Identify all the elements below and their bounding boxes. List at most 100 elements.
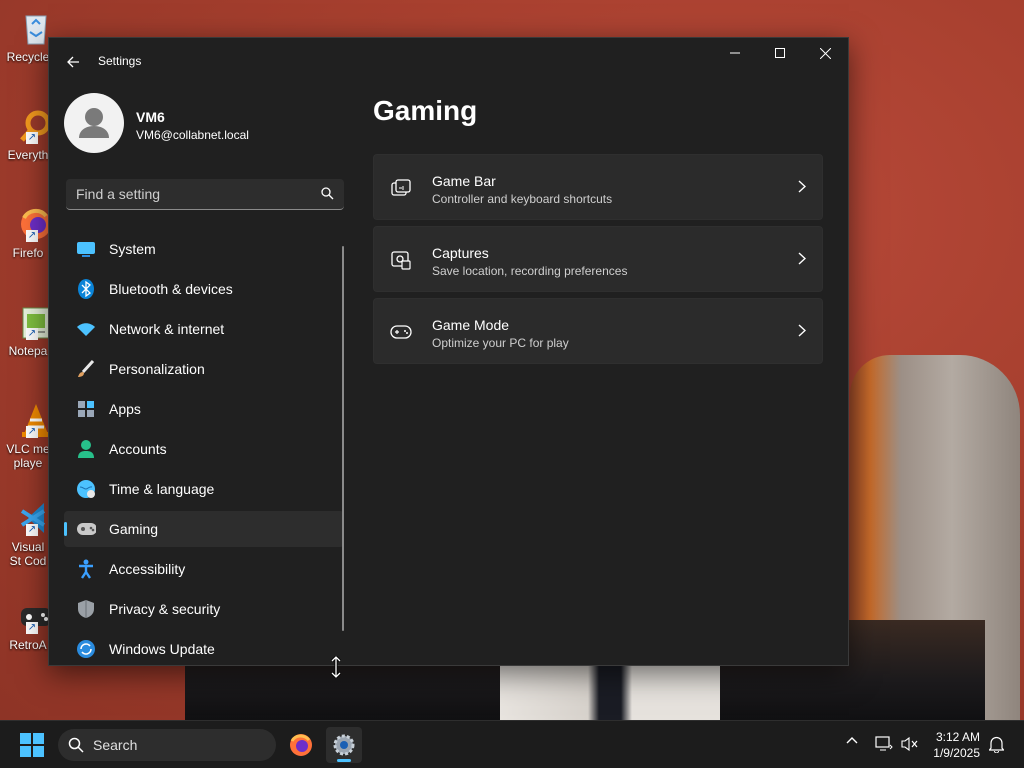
taskbar-app-firefox[interactable] [283, 727, 319, 763]
wifi-icon [76, 319, 96, 339]
sidebar-item-network[interactable]: Network & internet [64, 311, 344, 347]
sidebar-item-apps[interactable]: Apps [64, 391, 344, 427]
sidebar-item-bluetooth[interactable]: Bluetooth & devices [64, 271, 344, 307]
taskbar: Search 3:12 AM 1/9/2025 [0, 720, 1024, 768]
firefox-icon [290, 734, 312, 756]
sidebar-item-privacy[interactable]: Privacy & security [64, 591, 344, 627]
sidebar-scrollbar[interactable] [342, 246, 344, 631]
find-setting-box [66, 179, 344, 210]
network-icon[interactable] [875, 736, 893, 752]
sidebar-item-label: Time & language [109, 481, 215, 497]
globe-clock-icon [76, 479, 96, 499]
game-bar-icon [391, 179, 411, 196]
desktop-icon-label: Firefo [12, 246, 44, 260]
desktop-icon-label: Everyth [7, 148, 49, 162]
taskbar-clock[interactable]: 3:12 AM 1/9/2025 [933, 729, 980, 761]
close-icon [819, 47, 831, 59]
minimize-button[interactable] [712, 38, 758, 68]
desktop-icon-label: VLC me playe [6, 442, 50, 470]
shield-icon [76, 599, 96, 619]
avatar [64, 93, 124, 153]
clock-date: 1/9/2025 [933, 746, 980, 760]
card-title: Captures [432, 245, 489, 261]
sidebar-item-windows-update[interactable]: Windows Update [64, 631, 344, 667]
chevron-right-icon [798, 252, 806, 265]
shortcut-arrow-icon: ↗ [26, 524, 38, 536]
card-title: Game Mode [432, 317, 510, 333]
bluetooth-icon [76, 279, 96, 299]
notification-bell-icon[interactable] [989, 736, 1004, 753]
update-icon [76, 639, 96, 659]
search-icon [68, 737, 84, 753]
sidebar-item-accessibility[interactable]: Accessibility [64, 551, 344, 587]
taskbar-search-label: Search [93, 737, 138, 753]
user-email: VM6@collabnet.local [136, 128, 249, 142]
desktop-icon-label: RetroA [9, 638, 47, 652]
maximize-button[interactable] [757, 38, 803, 68]
taskbar-app-settings[interactable] [326, 727, 362, 763]
sidebar-item-personalization[interactable]: Personalization [64, 351, 344, 387]
sidebar-item-gaming[interactable]: Gaming [64, 511, 344, 547]
card-subtitle: Controller and keyboard shortcuts [432, 192, 613, 206]
sidebar-item-label: Personalization [109, 361, 205, 377]
card-subtitle: Save location, recording preferences [432, 264, 628, 278]
system-monitor-icon [76, 239, 96, 259]
sidebar-item-label: Network & internet [109, 321, 225, 337]
shortcut-arrow-icon: ↗ [26, 132, 38, 144]
accounts-icon [76, 439, 96, 459]
settings-cards: Game Bar Controller and keyboard shortcu… [373, 154, 823, 370]
desktop-icon-label: Recycle [6, 50, 50, 64]
sidebar-item-time-language[interactable]: Time & language [64, 471, 344, 507]
card-title: Game Bar [432, 173, 496, 189]
volume-muted-icon[interactable] [901, 736, 919, 752]
sidebar-item-label: Windows Update [109, 641, 215, 657]
gamepad-icon [76, 519, 96, 539]
sidebar-item-label: Gaming [109, 521, 159, 537]
windows-start-icon[interactable] [20, 733, 44, 757]
shortcut-arrow-icon: ↗ [26, 426, 38, 438]
desktop-icon-label: Visual St Cod [9, 540, 47, 568]
page-title: Gaming [373, 95, 478, 126]
card-captures[interactable]: Captures Save location, recording prefer… [373, 226, 823, 292]
captures-icon [391, 251, 411, 270]
sidebar-item-label: System [109, 241, 156, 257]
chevron-up-icon[interactable] [846, 735, 858, 745]
chevron-right-icon [798, 180, 806, 193]
apps-icon [76, 399, 96, 419]
settings-gear-icon [333, 734, 355, 756]
sidebar-item-label: Bluetooth & devices [109, 281, 233, 297]
shortcut-arrow-icon: ↗ [26, 328, 38, 340]
minimize-icon [730, 52, 740, 54]
close-button[interactable] [802, 38, 848, 68]
user-name: VM6 [136, 109, 165, 125]
game-mode-icon [390, 325, 412, 339]
chevron-right-icon [798, 324, 806, 337]
arrow-left-icon [67, 56, 79, 68]
sidebar-nav: System Bluetooth & devices Network & int… [64, 231, 344, 671]
card-game-mode[interactable]: Game Mode Optimize your PC for play [373, 298, 823, 364]
clock-time: 3:12 AM [935, 730, 980, 744]
title-bar: Settings [49, 38, 848, 84]
back-button[interactable] [61, 50, 85, 74]
search-icon [321, 187, 334, 200]
shortcut-arrow-icon: ↗ [26, 622, 38, 634]
taskbar-search[interactable]: Search [58, 729, 276, 761]
sidebar-item-system[interactable]: System [64, 231, 344, 267]
desktop-icon-label: Notepa [8, 344, 48, 358]
sidebar-item-label: Privacy & security [109, 601, 221, 617]
wallpaper-shirt [500, 662, 720, 720]
sidebar-item-label: Apps [109, 401, 141, 417]
find-setting-input[interactable] [66, 179, 306, 209]
sidebar-item-label: Accessibility [109, 561, 186, 577]
sidebar-item-label: Accounts [109, 441, 167, 457]
sidebar-item-accounts[interactable]: Accounts [64, 431, 344, 467]
card-game-bar[interactable]: Game Bar Controller and keyboard shortcu… [373, 154, 823, 220]
card-subtitle: Optimize your PC for play [432, 336, 569, 350]
resize-cursor-icon [330, 656, 342, 678]
accessibility-icon [76, 559, 96, 579]
shortcut-arrow-icon: ↗ [26, 230, 38, 242]
window-title: Settings [98, 54, 142, 68]
maximize-icon [775, 48, 785, 58]
brush-icon [76, 359, 96, 379]
settings-window: Settings VM6 VM6@collabnet.local System … [48, 37, 849, 666]
